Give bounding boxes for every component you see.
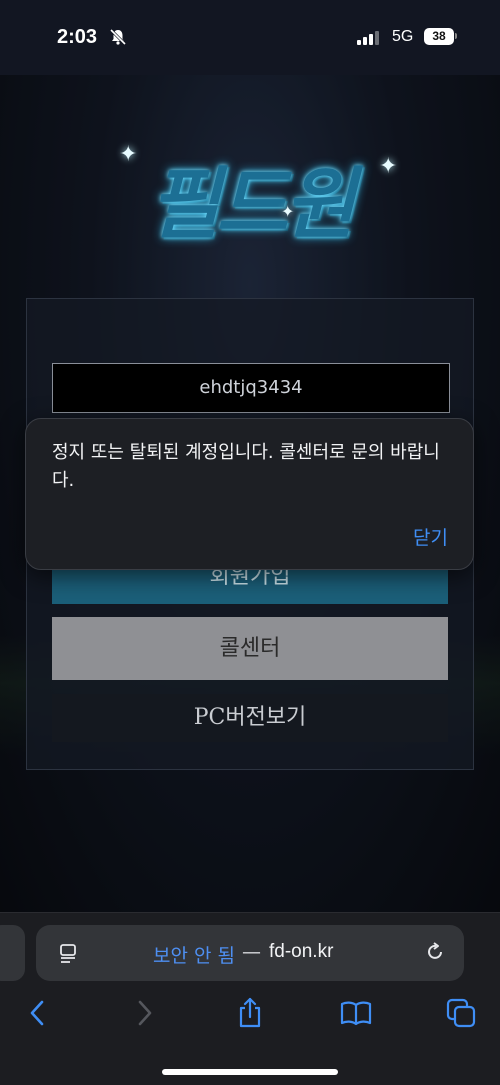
- share-button[interactable]: [230, 993, 270, 1033]
- status-bar: 2:03 5G 38: [0, 0, 500, 75]
- share-icon: [239, 997, 261, 1028]
- tabs-icon: [446, 998, 476, 1028]
- battery-indicator: 38: [424, 28, 454, 45]
- tabs-button[interactable]: [441, 993, 481, 1033]
- site-logo: 필드원 ✦ ✦ ✦: [95, 140, 405, 270]
- sparkle-icon: ✦: [281, 202, 295, 221]
- browser-bottom-bar: 보안 안 됨 — fd-on.kr: [0, 912, 500, 1085]
- back-button[interactable]: [17, 993, 57, 1033]
- address-separator: —: [242, 941, 261, 963]
- user-id-input[interactable]: ehdtjq3434: [52, 363, 450, 413]
- reload-icon[interactable]: [424, 941, 446, 963]
- alert-close-button[interactable]: 닫기: [413, 523, 448, 550]
- network-label: 5G: [392, 28, 414, 45]
- callcenter-button[interactable]: 콜센터: [52, 617, 448, 680]
- logo-text: 필드원: [148, 160, 355, 250]
- status-time: 2:03: [57, 26, 98, 48]
- chevron-left-icon: [30, 1000, 44, 1026]
- security-warning-label: 보안 안 됨: [153, 945, 235, 967]
- address-bar[interactable]: 보안 안 됨 — fd-on.kr: [36, 925, 464, 981]
- signal-icon: [357, 31, 379, 45]
- domain-label: fd-on.kr: [269, 941, 334, 962]
- sparkle-icon: ✦: [119, 142, 138, 167]
- bookmarks-button[interactable]: [336, 993, 376, 1033]
- pc-version-button[interactable]: PC버전보기: [52, 694, 448, 742]
- page-menu-icon[interactable]: [58, 942, 80, 964]
- forward-button[interactable]: [125, 993, 165, 1033]
- alert-dialog: 정지 또는 탈퇴된 계정입니다. 콜센터로 문의 바랍니다. 닫기: [25, 418, 474, 570]
- home-indicator: [162, 1069, 338, 1075]
- bell-slash-icon: [109, 28, 127, 46]
- battery-nub: [455, 33, 457, 39]
- sparkle-icon: ✦: [379, 154, 398, 179]
- book-icon: [340, 1001, 372, 1026]
- previous-tab-preview[interactable]: [0, 925, 25, 981]
- chevron-right-icon: [138, 1000, 152, 1026]
- alert-message: 정지 또는 탈퇴된 계정입니다. 콜센터로 문의 바랍니다.: [52, 442, 440, 491]
